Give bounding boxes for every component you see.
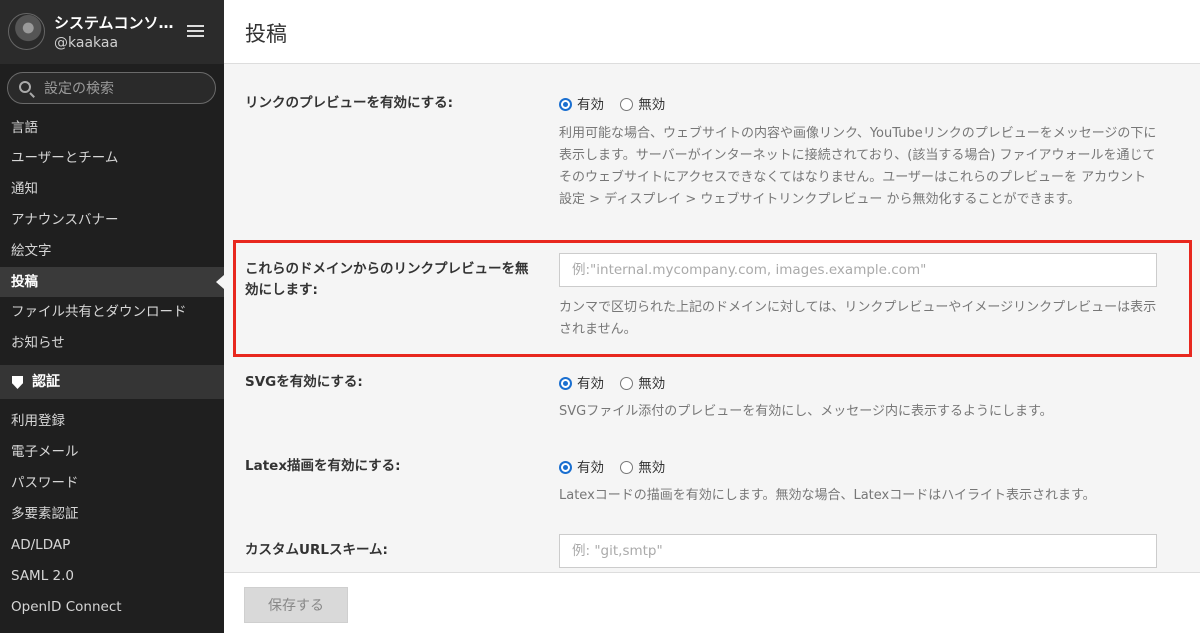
hamburger-menu-icon[interactable] bbox=[187, 25, 204, 38]
link-preview-label: リンクのプレビューを有効にする: bbox=[245, 95, 454, 111]
sidebar-item-saml[interactable]: SAML 2.0 bbox=[0, 561, 224, 591]
link-preview-true-radio[interactable] bbox=[559, 98, 572, 111]
settings-search[interactable] bbox=[7, 72, 216, 104]
latex-false-radio[interactable] bbox=[620, 461, 634, 474]
radio-label[interactable]: 有効 bbox=[577, 97, 604, 113]
radio-label[interactable]: 有効 bbox=[577, 460, 604, 476]
svg-true-radio[interactable] bbox=[559, 377, 572, 390]
save-button[interactable]: 保存する bbox=[244, 587, 348, 623]
disabled-domains-help: カンマで区切られた上記のドメインに対しては、リンクプレビューやイメージリンクプレ… bbox=[559, 300, 1157, 337]
svg-label: SVGを有効にする: bbox=[245, 374, 363, 390]
latex-true-radio[interactable] bbox=[559, 461, 572, 474]
team-name[interactable]: システムコンソ… bbox=[54, 12, 174, 33]
section-label: 認証 bbox=[32, 374, 60, 390]
link-preview-radio-group: 有効 無効 bbox=[559, 93, 677, 113]
svg-radio-group: 有効 無効 bbox=[559, 372, 677, 392]
username: @kaakaa bbox=[54, 35, 119, 51]
save-bar: 保存する bbox=[224, 572, 1200, 633]
radio-label[interactable]: 有効 bbox=[577, 376, 604, 392]
search-input[interactable] bbox=[44, 79, 209, 99]
radio-label[interactable]: 無効 bbox=[638, 97, 665, 113]
svg-help: SVGファイル添付のプレビューを有効にし、メッセージ内に表示するようにします。 bbox=[559, 404, 1053, 419]
sidebar-item-email[interactable]: 電子メール bbox=[0, 437, 224, 467]
avatar[interactable] bbox=[8, 13, 45, 50]
custom-url-schemes-label: カスタムURLスキーム: bbox=[245, 542, 388, 558]
sidebar-item-language[interactable]: 言語 bbox=[0, 113, 224, 143]
sidebar-item-signup[interactable]: 利用登録 bbox=[0, 406, 224, 436]
sidebar-section-authentication: 認証 bbox=[0, 365, 224, 399]
sidebar-item-emoji[interactable]: 絵文字 bbox=[0, 236, 224, 266]
custom-url-schemes-input[interactable] bbox=[559, 534, 1157, 568]
radio-label[interactable]: 無効 bbox=[638, 460, 665, 476]
sidebar-item-notices[interactable]: お知らせ bbox=[0, 328, 224, 358]
sidebar-item-notifications[interactable]: 通知 bbox=[0, 174, 224, 204]
sidebar-item-posts[interactable]: 投稿 bbox=[0, 267, 224, 297]
latex-radio-group: 有効 無効 bbox=[559, 456, 677, 476]
svg-false-radio[interactable] bbox=[620, 377, 634, 390]
search-icon bbox=[19, 81, 31, 93]
disabled-domains-label: これらのドメインからのリンクプレビューを無効にします: bbox=[245, 261, 529, 298]
page-header: 投稿 bbox=[224, 0, 1200, 64]
sidebar-item-mfa[interactable]: 多要素認証 bbox=[0, 499, 224, 529]
sidebar-item-password[interactable]: パスワード bbox=[0, 468, 224, 498]
radio-label[interactable]: 無効 bbox=[638, 376, 665, 392]
link-preview-help: 利用可能な場合、ウェブサイトの内容や画像リンク、YouTubeリンクのプレビュー… bbox=[559, 126, 1157, 207]
sidebar: システムコンソ… @kaakaa 言語 ユーザーとチーム 通知 アナウンスバナー… bbox=[0, 0, 224, 633]
settings-form: リンクのプレビューを有効にする: 有効 無効 利用可能な場合、ウェブサイトの内容… bbox=[224, 64, 1200, 572]
latex-label: Latex描画を有効にする: bbox=[245, 458, 401, 474]
page-title: 投稿 bbox=[245, 22, 287, 46]
active-indicator bbox=[216, 275, 224, 289]
sidebar-item-ldap[interactable]: AD/LDAP bbox=[0, 530, 224, 560]
sidebar-item-file-sharing[interactable]: ファイル共有とダウンロード bbox=[0, 297, 224, 327]
sidebar-item-users-and-teams[interactable]: ユーザーとチーム bbox=[0, 143, 224, 173]
link-preview-false-radio[interactable] bbox=[620, 98, 634, 111]
sidebar-item-openid[interactable]: OpenID Connect bbox=[0, 592, 224, 622]
latex-help: Latexコードの描画を有効にします。無効な場合、Latexコードはハイライト表… bbox=[559, 488, 1096, 503]
sidebar-item-announcement-banner[interactable]: アナウンスバナー bbox=[0, 205, 224, 235]
sidebar-item-label: 投稿 bbox=[11, 274, 38, 290]
sidebar-header: システムコンソ… @kaakaa bbox=[0, 0, 224, 64]
disabled-domains-input[interactable] bbox=[559, 253, 1157, 287]
shield-icon bbox=[12, 376, 23, 389]
